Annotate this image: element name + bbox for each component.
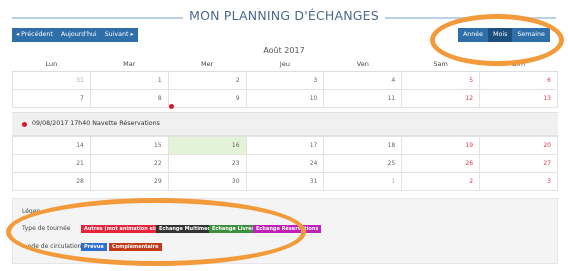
- circulation-label: ...ode de circulation: [22, 243, 82, 250]
- view-month-button[interactable]: Mois: [488, 28, 513, 42]
- weekday-header-row: Lun Mar Mer Jeu Ven Sam Dim: [12, 57, 558, 72]
- view-year-button[interactable]: Année: [458, 28, 489, 42]
- day-cell[interactable]: 8: [89, 88, 169, 108]
- day-cell[interactable]: 25: [323, 154, 403, 173]
- weekday-wed: Mer: [168, 57, 247, 72]
- view-switcher: Année Mois Semaine: [458, 28, 550, 42]
- day-cell[interactable]: 29: [89, 172, 169, 191]
- view-week-button[interactable]: Semaine: [512, 28, 550, 42]
- week-row: 28 29 30 31 1 2 3: [12, 172, 558, 191]
- day-cell[interactable]: 12: [401, 88, 481, 108]
- page-title: MON PLANNING D'ÉCHANGES: [0, 8, 568, 23]
- day-cell[interactable]: 6: [479, 70, 558, 90]
- day-cell[interactable]: 31: [12, 70, 91, 90]
- day-cell[interactable]: 17: [245, 136, 325, 155]
- event-dot-marker[interactable]: [169, 104, 174, 109]
- page-title-text: MON PLANNING D'ÉCHANGES: [183, 8, 385, 23]
- weekday-fri: Ven: [323, 57, 402, 72]
- event-list-item[interactable]: 09/08/2017 17h40 Navette Réservations: [12, 112, 558, 136]
- day-cell[interactable]: 20: [479, 136, 558, 155]
- badge-echange-reservations: Echange Réservations: [253, 225, 322, 233]
- day-cell[interactable]: 13: [479, 88, 558, 108]
- day-cell[interactable]: 9: [167, 88, 247, 108]
- event-text: 09/08/2017 17h40 Navette Réservations: [32, 120, 160, 127]
- badge-prevue: Prévue: [81, 243, 107, 251]
- day-cell[interactable]: 3: [479, 172, 558, 191]
- weekday-sat: Sam: [401, 57, 480, 72]
- day-cell[interactable]: 1: [89, 70, 169, 90]
- day-cell[interactable]: 26: [401, 154, 481, 173]
- weekday-sun: Dim: [479, 57, 558, 72]
- day-cell[interactable]: 30: [167, 172, 247, 191]
- day-cell[interactable]: 10: [245, 88, 325, 108]
- day-cell[interactable]: 2: [167, 70, 247, 90]
- day-cell[interactable]: 31: [245, 172, 325, 191]
- day-cell[interactable]: 14: [12, 136, 91, 155]
- day-cell[interactable]: 4: [323, 70, 403, 90]
- tour-type-label: Type de tournée: [22, 225, 71, 232]
- next-button[interactable]: Suivant ▸: [101, 28, 138, 42]
- week-row: 7 8 9 10 11 12 13: [12, 88, 558, 108]
- badge-echange-livres: Echange Livres: [209, 225, 258, 233]
- week-row: 14 15 16 17 18 19 20: [12, 136, 558, 155]
- nav-group: ◂ Précédent Aujourd'hui Suivant ▸: [12, 28, 138, 42]
- legend-panel: Légen Type de tournée Autres (mot animat…: [12, 198, 558, 264]
- day-cell[interactable]: 23: [167, 154, 247, 173]
- day-cell[interactable]: 11: [323, 88, 403, 108]
- month-title: Août 2017: [263, 46, 305, 55]
- day-cell[interactable]: 28: [12, 172, 91, 191]
- day-cell[interactable]: 24: [245, 154, 325, 173]
- day-cell[interactable]: 19: [401, 136, 481, 155]
- day-cell[interactable]: 2: [401, 172, 481, 191]
- week-row: 21 22 23 24 25 26 27: [12, 154, 558, 173]
- legend-heading: Légen: [22, 208, 41, 215]
- day-cell[interactable]: 3: [245, 70, 325, 90]
- week-row: 31 1 2 3 4 5 6: [12, 70, 558, 90]
- badge-autres: Autres (mot animation etc): [81, 225, 164, 233]
- day-cell[interactable]: 27: [479, 154, 558, 173]
- weekday-thu: Jeu: [246, 57, 324, 72]
- today-button[interactable]: Aujourd'hui: [57, 28, 101, 42]
- calendar-grid-lower: 14 15 16 17 18 19 20 21 22 23 24 25 26 2…: [12, 136, 558, 191]
- day-cell[interactable]: 1: [323, 172, 403, 191]
- previous-button[interactable]: ◂ Précédent: [12, 28, 57, 42]
- badge-complementaire: Complémentaire: [109, 243, 162, 251]
- weekday-tue: Mar: [90, 57, 169, 72]
- day-cell[interactable]: 15: [89, 136, 169, 155]
- day-cell[interactable]: 21: [12, 154, 91, 173]
- event-dot-icon: [22, 122, 27, 127]
- weekday-mon: Lun: [12, 57, 91, 72]
- day-cell[interactable]: 7: [12, 88, 91, 108]
- day-cell-today[interactable]: 16: [167, 136, 247, 155]
- calendar-grid: Lun Mar Mer Jeu Ven Sam Dim 31 1 2 3 4 5…: [12, 57, 558, 108]
- day-cell[interactable]: 22: [89, 154, 169, 173]
- day-cell[interactable]: 5: [401, 70, 481, 90]
- day-cell[interactable]: 18: [323, 136, 403, 155]
